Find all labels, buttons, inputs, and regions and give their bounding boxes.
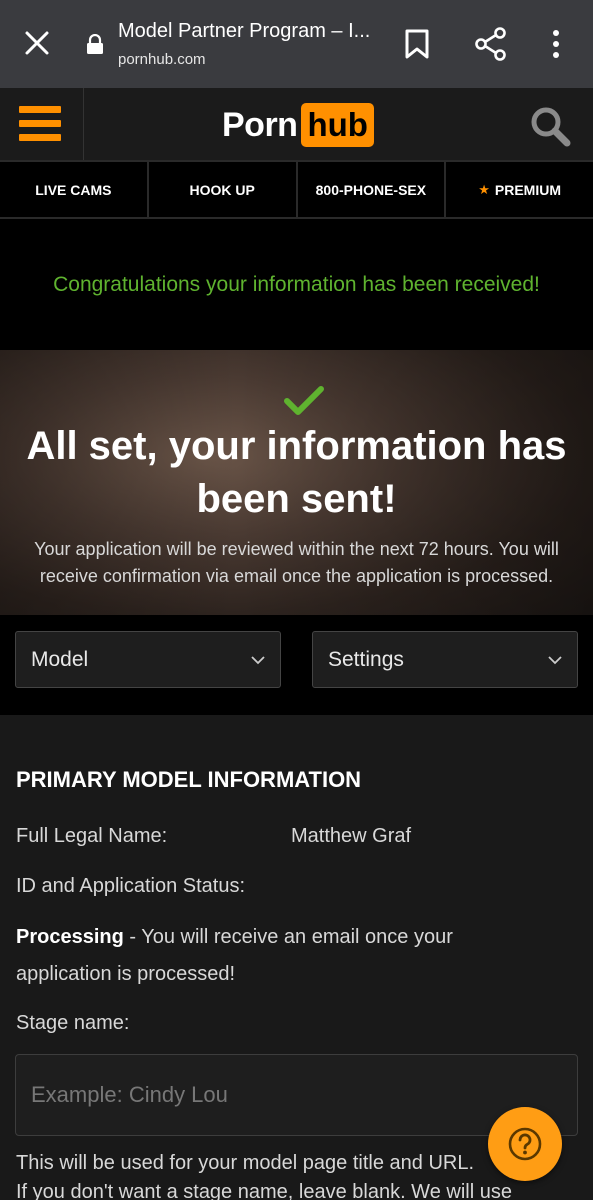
nav-hook-up[interactable]: HOOK UP xyxy=(149,162,298,217)
full-name-label: Full Legal Name: xyxy=(16,825,168,847)
nav-label: PREMIUM xyxy=(494,181,562,198)
browser-toolbar: Model Partner Program – I... pornhub.com xyxy=(0,0,593,88)
star-icon: ★ xyxy=(478,181,490,197)
success-message: Congratulations your information has bee… xyxy=(53,272,540,296)
application-status: Processing - You will receive an email o… xyxy=(16,919,536,993)
question-mark-icon xyxy=(508,1127,542,1161)
status-badge: Processing xyxy=(16,926,124,948)
site-logo[interactable]: Porn hub xyxy=(222,103,374,147)
stage-name-label: Stage name: xyxy=(16,1012,130,1034)
logo-text-badge: hub xyxy=(301,103,374,147)
hero-subtext: Your application will be reviewed within… xyxy=(0,536,593,590)
hero-heading: All set, your information has been sent! xyxy=(0,420,593,526)
close-icon[interactable] xyxy=(22,28,52,58)
stage-name-input[interactable] xyxy=(16,1055,577,1135)
chevron-down-icon xyxy=(548,656,562,665)
nav-live-cams[interactable]: LIVE CAMS xyxy=(0,162,149,217)
section-selectors: Model Settings xyxy=(0,615,593,715)
settings-select-value: Settings xyxy=(328,648,404,671)
nav-label: HOOK UP xyxy=(189,181,255,198)
model-select-value: Model xyxy=(31,648,89,671)
help-button[interactable] xyxy=(488,1107,562,1181)
hamburger-icon-bar xyxy=(19,120,61,127)
menu-button[interactable] xyxy=(0,88,84,160)
hero-section: All set, your information has been sent!… xyxy=(0,350,593,615)
model-select[interactable]: Model xyxy=(15,631,281,688)
settings-select[interactable]: Settings xyxy=(312,631,578,688)
top-nav: LIVE CAMS HOOK UP 800-PHONE-SEX ★ PREMIUM xyxy=(0,160,593,219)
hamburger-icon-bar xyxy=(19,134,61,141)
nav-phone-sex[interactable]: 800-PHONE-SEX xyxy=(298,162,447,217)
help-text-line: This will be used for your model page ti… xyxy=(16,1152,475,1174)
section-title: PRIMARY MODEL INFORMATION xyxy=(16,767,362,792)
page-url[interactable]: pornhub.com xyxy=(118,51,206,68)
nav-premium[interactable]: ★ PREMIUM xyxy=(446,162,593,217)
status-description: application is processed! xyxy=(16,963,236,985)
lock-icon xyxy=(87,34,103,54)
chevron-down-icon xyxy=(251,656,265,665)
nav-label: LIVE CAMS xyxy=(35,181,112,198)
site-header: Porn hub xyxy=(0,88,593,160)
status-description: - You will receive an email once your xyxy=(123,926,453,948)
hero-heading-line: All set, your information has xyxy=(26,424,567,468)
help-text-line: If you don't want a stage name, leave bl… xyxy=(16,1181,512,1200)
checkmark-icon xyxy=(284,386,324,415)
bookmark-icon[interactable] xyxy=(404,28,430,60)
full-name-value: Matthew Graf xyxy=(291,825,412,847)
hero-subtext-line: Your application will be reviewed within… xyxy=(34,539,559,559)
share-icon[interactable] xyxy=(475,27,507,61)
success-banner: Congratulations your information has bee… xyxy=(0,219,593,350)
hero-subtext-line: receive confirmation via email once the … xyxy=(39,566,554,586)
logo-text-primary: Porn xyxy=(222,105,298,144)
nav-label: 800-PHONE-SEX xyxy=(315,181,427,198)
search-icon[interactable] xyxy=(528,104,572,148)
hero-heading-line: been sent! xyxy=(196,477,397,521)
more-options-icon[interactable] xyxy=(550,28,562,60)
hamburger-icon-bar xyxy=(19,106,61,113)
page-title: Model Partner Program – I... xyxy=(118,20,371,42)
id-status-label: ID and Application Status: xyxy=(16,875,246,897)
